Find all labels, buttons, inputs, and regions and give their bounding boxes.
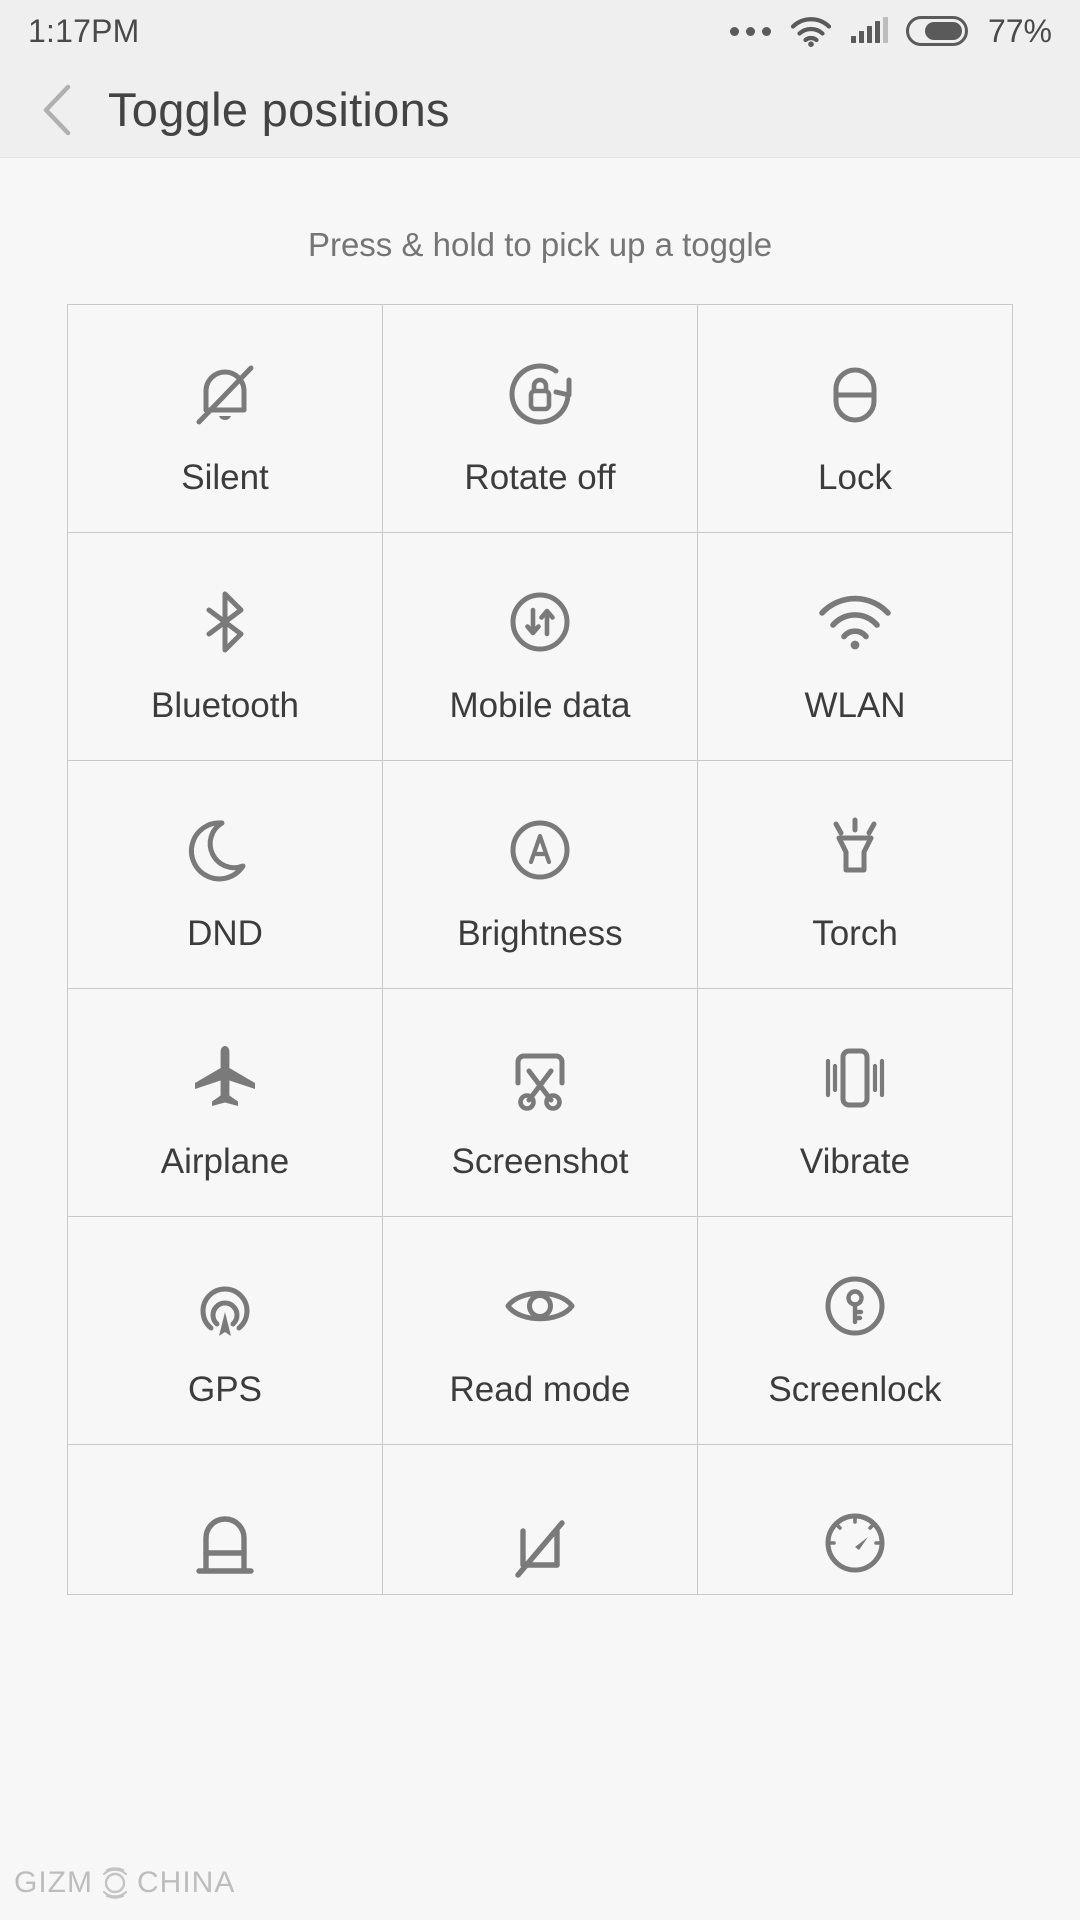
moon-icon — [175, 798, 275, 902]
status-bar: 1:17PM 77% — [0, 0, 1080, 62]
more-dots-icon — [729, 26, 771, 36]
bell-slash-icon — [175, 342, 275, 446]
screen-root: 1:17PM 77% Toggle positions Press & hold… — [0, 0, 1080, 1920]
toggle-label: DND — [187, 914, 263, 953]
gps-icon — [175, 1254, 275, 1358]
toggle-label: WLAN — [804, 686, 906, 725]
brightness-auto-icon — [490, 798, 590, 902]
scissors-icon — [490, 1026, 590, 1130]
airplane-icon — [175, 1026, 275, 1130]
flashlight-icon — [805, 798, 905, 902]
toggle-cell-airplane[interactable]: Airplane — [68, 989, 383, 1217]
toggle-label: Mobile data — [449, 686, 631, 725]
status-icons: 77% — [729, 12, 1052, 50]
vibrate-icon — [805, 1026, 905, 1130]
toggle-label: GPS — [188, 1370, 262, 1409]
watermark: GIZM CHINA — [14, 1862, 235, 1904]
toggle-cell-dnd[interactable]: DND — [68, 761, 383, 989]
toggle-cell-gps[interactable]: GPS — [68, 1217, 383, 1445]
toggle-cell-brightness[interactable]: Brightness — [383, 761, 698, 989]
watermark-text-right: CHINA — [137, 1866, 236, 1899]
eye-icon — [490, 1254, 590, 1358]
back-chevron-icon[interactable] — [40, 83, 74, 137]
cellular-signal-icon — [850, 17, 888, 43]
toggle-cell-torch[interactable]: Torch — [698, 761, 1013, 989]
lock-open-icon — [175, 1491, 275, 1594]
toggle-cell-mobile-data[interactable]: Mobile data — [383, 533, 698, 761]
toggle-grid: Silent Rotate off Lock Bluetooth Mobile … — [68, 305, 1013, 1595]
toggle-label: Screenlock — [768, 1370, 942, 1409]
toggle-cell-partial-1[interactable] — [68, 1445, 383, 1595]
speedometer-icon — [805, 1491, 905, 1594]
toggle-cell-vibrate[interactable]: Vibrate — [698, 989, 1013, 1217]
toggle-cell-partial-2[interactable] — [383, 1445, 698, 1595]
toggle-label: Airplane — [160, 1142, 290, 1181]
toggle-label: Silent — [181, 458, 269, 497]
toggle-cell-lock[interactable]: Lock — [698, 305, 1013, 533]
status-clock: 1:17PM — [28, 12, 140, 49]
toggle-label: Lock — [818, 458, 892, 497]
toggle-cell-read-mode[interactable]: Read mode — [383, 1217, 698, 1445]
toggle-label: Torch — [812, 914, 898, 953]
wifi-icon — [789, 15, 833, 47]
toggle-cell-screenshot[interactable]: Screenshot — [383, 989, 698, 1217]
toggle-cell-partial-3[interactable] — [698, 1445, 1013, 1595]
watermark-text-left: GIZM — [14, 1866, 93, 1899]
bluetooth-icon — [175, 570, 275, 674]
toggle-cell-screenlock[interactable]: Screenlock — [698, 1217, 1013, 1445]
toggle-label: Vibrate — [799, 1142, 911, 1181]
toggle-cell-bluetooth[interactable]: Bluetooth — [68, 533, 383, 761]
toggle-label: Screenshot — [451, 1142, 629, 1181]
rotate-lock-icon — [490, 342, 590, 446]
app-bar: Toggle positions — [0, 62, 1080, 158]
toggle-label: Bluetooth — [151, 686, 299, 725]
mobile-data-icon — [490, 570, 590, 674]
page-title: Toggle positions — [108, 83, 450, 136]
toggle-grid-wrapper: Silent Rotate off Lock Bluetooth Mobile … — [67, 304, 1013, 1595]
padlock-icon — [805, 342, 905, 446]
toggle-cell-silent[interactable]: Silent — [68, 305, 383, 533]
battery-icon — [905, 16, 968, 46]
toggle-label: Read mode — [449, 1370, 631, 1409]
toggle-label: Rotate off — [464, 458, 616, 497]
hint-text: Press & hold to pick up a toggle — [307, 226, 773, 263]
toggle-cell-wlan[interactable]: WLAN — [698, 533, 1013, 761]
wifi-icon — [805, 570, 905, 674]
gizmochina-logo-icon — [94, 1862, 136, 1904]
toggle-cell-rotate-off[interactable]: Rotate off — [383, 305, 698, 533]
toggle-label: Brightness — [457, 914, 623, 953]
battery-percent-label: 77% — [987, 12, 1052, 49]
data-off-icon — [490, 1491, 590, 1594]
key-circle-icon — [805, 1254, 905, 1358]
